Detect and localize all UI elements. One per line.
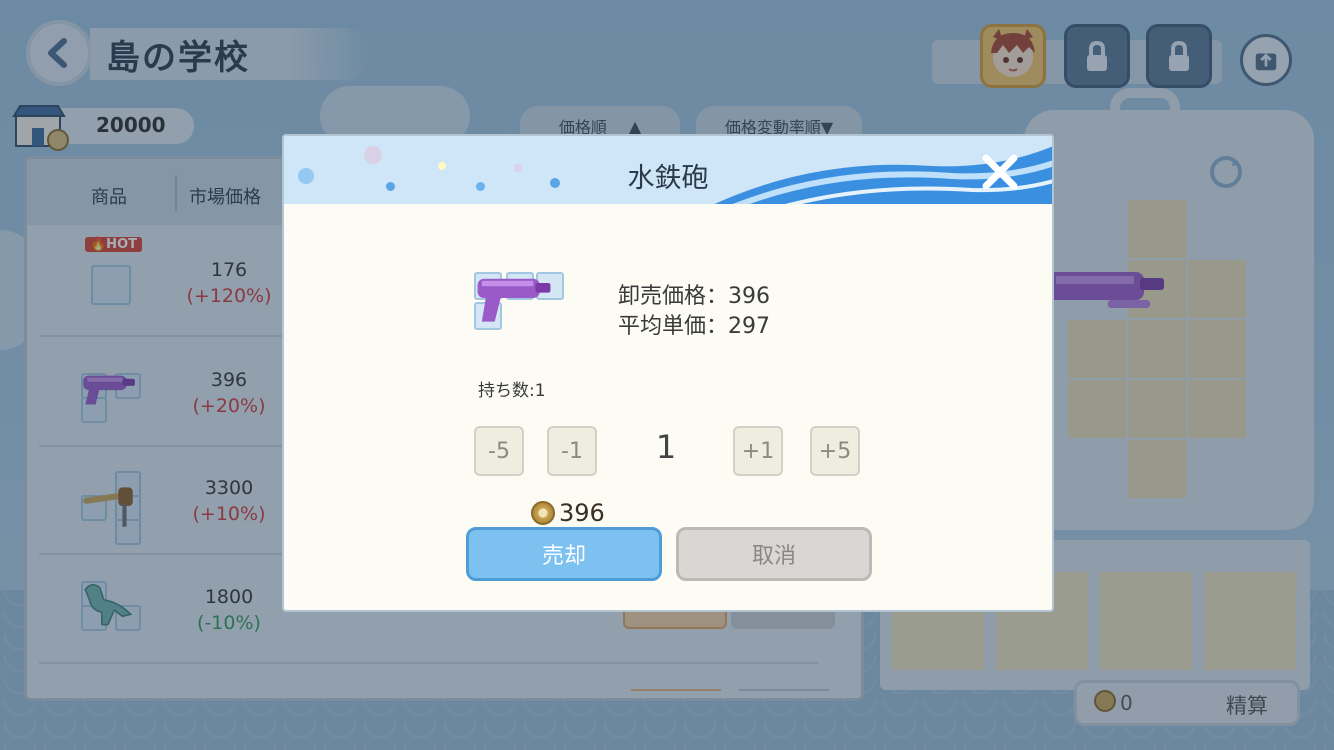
total-price: 396 [559, 499, 605, 527]
close-icon[interactable] [978, 150, 1022, 194]
sell-dialog: 水鉄砲 卸売価格：396 平均単価：297 持ち数:1 -5 -1 1 +1 +… [282, 134, 1054, 612]
minus-5-button[interactable]: -5 [474, 426, 524, 476]
coin-icon [531, 501, 555, 525]
water-gun-icon [477, 278, 551, 322]
minus-1-button[interactable]: -1 [547, 426, 597, 476]
quantity-value: 1 [655, 428, 677, 466]
dialog-title: 水鉄砲 [627, 163, 709, 194]
sell-confirm-button[interactable]: 売却 [466, 527, 662, 581]
average-price: 平均単価：297 [618, 314, 770, 339]
cancel-button[interactable]: 取消 [676, 527, 872, 581]
plus-5-button[interactable]: +5 [810, 426, 860, 476]
owned-count: 持ち数:1 [478, 381, 546, 401]
wholesale-price: 卸売価格：396 [618, 284, 770, 309]
plus-1-button[interactable]: +1 [733, 426, 783, 476]
